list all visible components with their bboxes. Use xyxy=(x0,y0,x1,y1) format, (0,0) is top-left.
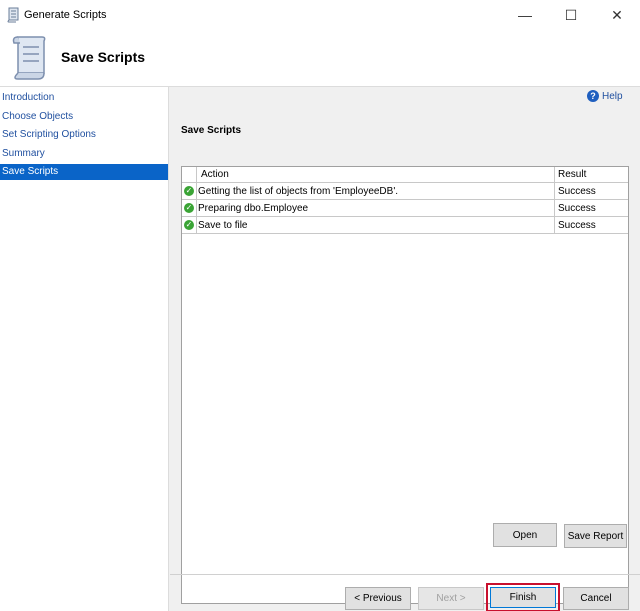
column-header-result[interactable]: Result xyxy=(554,167,628,183)
table-row: ✓ Getting the list of objects from 'Empl… xyxy=(182,182,628,200)
sidebar-item-summary[interactable]: Summary xyxy=(0,146,168,162)
result-cell: Success xyxy=(554,199,628,217)
results-grid: Action Result ✓ Getting the list of obje… xyxy=(181,166,629,604)
action-cell: Preparing dbo.Employee xyxy=(196,199,555,217)
app-scroll-icon xyxy=(7,7,19,23)
sidebar-item-save-scripts[interactable]: Save Scripts xyxy=(0,164,168,180)
maximize-button[interactable]: ☐ xyxy=(548,0,594,30)
grid-header-row: Action Result xyxy=(182,167,628,183)
success-check-icon: ✓ xyxy=(184,202,194,213)
cancel-button[interactable]: Cancel xyxy=(563,587,629,610)
previous-button[interactable]: < Previous xyxy=(345,587,411,610)
footer-divider xyxy=(170,574,640,575)
maximize-icon: ☐ xyxy=(564,6,578,23)
window-title: Generate Scripts xyxy=(24,9,107,21)
sidebar-item-choose-objects[interactable]: Choose Objects xyxy=(0,109,168,125)
result-cell: Success xyxy=(554,216,628,234)
title-bar: Generate Scripts — ☐ ✕ xyxy=(0,0,640,30)
action-cell: Save to file xyxy=(196,216,555,234)
finish-button[interactable]: Finish xyxy=(486,583,560,611)
generate-scripts-window: Generate Scripts — ☐ ✕ Save Scripts Intr… xyxy=(0,0,640,611)
close-icon: ✕ xyxy=(611,6,623,23)
next-button[interactable]: Next > xyxy=(418,587,484,610)
success-check-icon: ✓ xyxy=(184,219,194,230)
sidebar-item-introduction[interactable]: Introduction xyxy=(0,90,168,106)
minimize-icon: — xyxy=(518,7,532,23)
action-cell: Getting the list of objects from 'Employ… xyxy=(196,182,555,200)
script-scroll-icon xyxy=(12,36,46,80)
minimize-button[interactable]: — xyxy=(502,0,548,30)
open-button[interactable]: Open xyxy=(493,523,557,547)
sidebar-item-set-scripting-options[interactable]: Set Scripting Options xyxy=(0,127,168,143)
help-label: Help xyxy=(602,90,623,102)
help-link[interactable]: ? Help xyxy=(587,90,623,102)
main-panel: ? Help Save Scripts Action Result ✓ Gett… xyxy=(170,87,640,604)
save-report-button[interactable]: Save Report xyxy=(564,524,627,548)
success-check-icon: ✓ xyxy=(184,185,194,196)
wizard-steps-sidebar: Introduction Choose Objects Set Scriptin… xyxy=(0,87,169,611)
result-cell: Success xyxy=(554,182,628,200)
page-title: Save Scripts xyxy=(61,49,146,65)
table-row: ✓ Save to file Success xyxy=(182,216,628,234)
help-icon: ? xyxy=(587,90,599,102)
column-header-action[interactable]: Action xyxy=(196,167,555,183)
close-button[interactable]: ✕ xyxy=(594,0,640,30)
table-row: ✓ Preparing dbo.Employee Success xyxy=(182,199,628,217)
section-title: Save Scripts xyxy=(181,125,242,136)
header-icon-cell xyxy=(182,167,197,183)
header-banner: Save Scripts xyxy=(0,30,640,87)
